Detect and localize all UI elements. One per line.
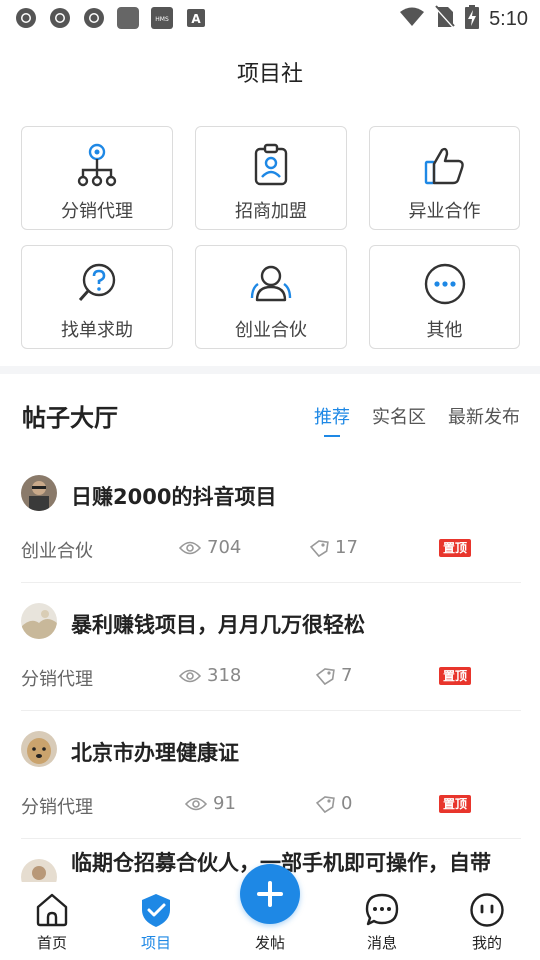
views-count: 318 <box>179 665 241 686</box>
tag-icon <box>315 667 335 685</box>
post-meta: 分销代理 318 7 置顶 <box>21 665 521 690</box>
views-value: 91 <box>213 793 236 814</box>
category-seek-help[interactable]: 找单求助 <box>21 245 173 349</box>
post-item[interactable]: 暴利赚钱项目，月月几万很轻松 分销代理 318 7 置顶 <box>21 583 521 711</box>
nav-profile[interactable]: 我的 <box>452 892 522 953</box>
chat-icon <box>365 893 399 926</box>
post-list: 日赚2000的抖音项目 创业合伙 704 17 置顶 暴利赚钱项目，月月几万很轻… <box>21 455 521 899</box>
category-label: 招商加盟 <box>235 201 307 222</box>
forum-title: 帖子大厅 <box>22 404 118 432</box>
hms-text: HMS <box>155 16 169 23</box>
a-text: A <box>191 12 201 26</box>
hms-icon: HMS <box>150 6 174 30</box>
more-icon <box>424 263 465 305</box>
post-meta: 创业合伙 704 17 置顶 <box>21 537 521 562</box>
eye-icon <box>179 669 201 682</box>
avatar <box>21 731 57 767</box>
likes-value: 7 <box>341 665 353 686</box>
category-startup-partner[interactable]: 创业合伙 <box>195 245 347 349</box>
thumbs-up-icon <box>424 147 464 185</box>
pinned-badge: 置顶 <box>439 539 472 557</box>
system-icons: 5:10 <box>399 5 528 33</box>
nav-label: 我的 <box>471 934 502 952</box>
category-label: 异业合作 <box>408 201 481 222</box>
eye-icon <box>185 797 207 810</box>
post-item[interactable]: 北京市办理健康证 分销代理 91 0 置顶 <box>21 711 521 839</box>
chrome-icon <box>14 6 38 30</box>
post-fab-button[interactable] <box>240 864 300 924</box>
category-other[interactable]: 其他 <box>369 245 520 349</box>
help-icon <box>78 263 116 301</box>
chrome-icon <box>82 6 106 30</box>
tab-latest[interactable]: 最新发布 <box>448 403 520 437</box>
tag-icon <box>315 795 335 813</box>
a-icon: A <box>184 6 208 30</box>
battery-charging-icon <box>465 5 480 33</box>
chrome-icon <box>48 6 72 30</box>
pinned-badge: 置顶 <box>439 667 472 685</box>
category-distribution-agent[interactable]: 分销代理 <box>21 126 173 230</box>
category-franchise[interactable]: 招商加盟 <box>195 126 347 230</box>
app-square-icon <box>116 6 140 30</box>
nav-messages[interactable]: 消息 <box>347 892 417 953</box>
pinned-badge: 置顶 <box>439 795 472 813</box>
home-icon <box>36 893 68 927</box>
tag-icon <box>309 539 329 557</box>
badge-icon <box>254 143 288 186</box>
notification-icons: HMS A <box>14 6 208 30</box>
likes-count: 0 <box>315 793 352 814</box>
nav-label: 消息 <box>366 934 397 952</box>
likes-value: 17 <box>335 537 358 558</box>
views-value: 704 <box>207 537 242 558</box>
post-category: 分销代理 <box>21 669 93 690</box>
partners-icon <box>250 265 292 302</box>
section-divider <box>0 366 540 374</box>
category-label: 分销代理 <box>61 201 133 222</box>
likes-count: 17 <box>309 537 358 558</box>
org-chart-icon <box>77 143 117 187</box>
clock: 5:10 <box>489 7 528 30</box>
likes-value: 0 <box>341 793 353 814</box>
tab-recommended[interactable]: 推荐 <box>314 403 350 437</box>
post-item[interactable]: 日赚2000的抖音项目 创业合伙 704 17 置顶 <box>21 455 521 583</box>
post-title: 暴利赚钱项目，月月几万很轻松 <box>71 613 365 637</box>
likes-count: 7 <box>315 665 352 686</box>
nav-home[interactable]: 首页 <box>17 892 87 953</box>
bottom-nav: 首页 项目 发帖 消息 我的 <box>0 864 540 960</box>
post-title: 日赚2000的抖音项目 <box>71 485 277 509</box>
category-label: 创业合伙 <box>235 320 307 341</box>
nav-projects[interactable]: 项目 <box>121 892 191 953</box>
wifi-icon <box>399 6 425 32</box>
post-category: 创业合伙 <box>21 541 93 562</box>
post-category: 分销代理 <box>21 797 93 818</box>
category-grid: 分销代理 招商加盟 异业合作 找单求助 创业合伙 其他 <box>21 126 521 349</box>
post-title: 北京市办理健康证 <box>71 741 239 765</box>
category-label: 其他 <box>426 320 463 341</box>
forum-tabs: 推荐 实名区 最新发布 <box>314 403 520 437</box>
page-title: 项目社 <box>236 62 303 87</box>
post-meta: 分销代理 91 0 置顶 <box>21 793 521 818</box>
views-count: 704 <box>179 537 241 558</box>
shield-check-icon <box>142 894 170 927</box>
no-sim-icon <box>435 5 455 33</box>
category-label: 找单求助 <box>61 320 133 341</box>
category-cross-industry[interactable]: 异业合作 <box>369 126 520 230</box>
nav-label: 项目 <box>140 934 171 952</box>
nav-label: 首页 <box>36 934 67 952</box>
plus-icon <box>257 881 283 907</box>
nav-label: 发帖 <box>254 934 285 952</box>
avatar <box>21 603 57 639</box>
avatar <box>21 475 57 511</box>
tab-verified[interactable]: 实名区 <box>372 403 426 437</box>
status-bar: HMS A 5:10 <box>0 0 540 36</box>
views-value: 318 <box>207 665 242 686</box>
eye-icon <box>179 541 201 554</box>
profile-icon <box>470 893 504 927</box>
views-count: 91 <box>185 793 236 814</box>
